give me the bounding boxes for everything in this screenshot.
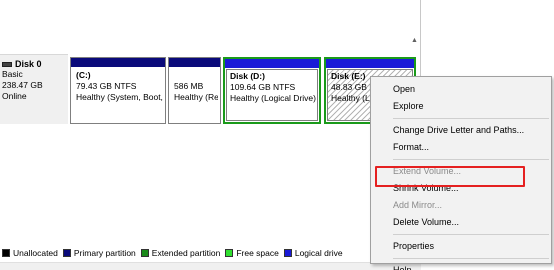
disk-status: Online bbox=[2, 91, 27, 101]
disk-type: Basic bbox=[2, 69, 23, 79]
disk-row: Disk 0 Basic 238.47 GB Online (C:) 79.43… bbox=[0, 54, 421, 124]
partition-status: Healthy (System, Boot, bbox=[76, 92, 163, 102]
scroll-up-icon[interactable]: ▲ bbox=[409, 36, 420, 46]
legend-extended: Extended partition bbox=[140, 248, 221, 258]
legend-swatch bbox=[225, 249, 234, 257]
legend-unallocated: Unallocated bbox=[2, 248, 58, 258]
menu-item-help[interactable]: Help bbox=[371, 262, 551, 270]
legend-swatch bbox=[2, 249, 10, 257]
legend-bar: Unallocated Primary partition Extended p… bbox=[0, 244, 408, 262]
menu-separator bbox=[393, 258, 549, 259]
menu-separator bbox=[393, 159, 549, 160]
menu-item-explore[interactable]: Explore bbox=[371, 98, 551, 115]
menu-item-add-mirror: Add Mirror... bbox=[393, 200, 443, 210]
legend-label: Logical drive bbox=[294, 248, 343, 258]
partition-status: Healthy (Re bbox=[174, 92, 218, 102]
partition-strip: (C:) 79.43 GB NTFS Healthy (System, Boot… bbox=[70, 57, 418, 124]
partition-bar bbox=[326, 59, 414, 68]
partition-recovery[interactable]: 586 MB Healthy (Re bbox=[168, 57, 221, 124]
disk-drive-icon bbox=[2, 61, 12, 67]
partition-c[interactable]: (C:) 79.43 GB NTFS Healthy (System, Boot… bbox=[70, 57, 166, 124]
disk-size: 238.47 GB bbox=[2, 80, 43, 90]
horizontal-scrollbar[interactable] bbox=[0, 262, 421, 270]
partition-status: Healthy (Logical Drive) bbox=[230, 93, 316, 103]
legend-label: Unallocated bbox=[13, 248, 58, 258]
legend-swatch bbox=[140, 249, 149, 257]
partition-d[interactable]: Disk (D:) 109.64 GB NTFS Healthy (Logica… bbox=[223, 57, 321, 124]
legend-primary: Primary partition bbox=[62, 248, 136, 258]
legend-swatch bbox=[62, 249, 71, 257]
legend-label: Primary partition bbox=[73, 248, 136, 258]
context-menu: Open Explore Change Drive Letter and Pat… bbox=[370, 76, 552, 270]
shrink-highlight-annotation bbox=[375, 166, 525, 187]
partition-name: Disk (D:) bbox=[230, 71, 265, 81]
menu-separator bbox=[393, 234, 549, 235]
disk-name-text: Disk 0 bbox=[15, 59, 42, 69]
disk-name: Disk 0 bbox=[2, 59, 68, 69]
menu-item-delete-volume[interactable]: Delete Volume... bbox=[371, 214, 551, 231]
menu-item-properties[interactable]: Properties bbox=[371, 238, 551, 255]
legend-free-space: Free space bbox=[225, 248, 279, 258]
partition-bar bbox=[71, 58, 165, 67]
partition-name: (C:) bbox=[76, 70, 91, 80]
partition-bar bbox=[169, 58, 220, 67]
legend-label: Free space bbox=[236, 248, 279, 258]
disk-info-cell[interactable]: Disk 0 Basic 238.47 GB Online bbox=[0, 54, 68, 124]
disk-management-view: ▲ ▼ Disk 0 Basic 238.47 GB Online (C:) 7… bbox=[0, 0, 554, 270]
partition-name bbox=[174, 70, 218, 81]
legend-label: Extended partition bbox=[151, 248, 221, 258]
menu-item-change-drive-letter[interactable]: Change Drive Letter and Paths... bbox=[371, 122, 551, 139]
partition-size: 79.43 GB NTFS bbox=[76, 81, 137, 91]
menu-item-open[interactable]: Open bbox=[371, 81, 551, 98]
partition-bar bbox=[225, 59, 319, 68]
legend-logical-drive: Logical drive bbox=[283, 248, 343, 258]
legend-swatch bbox=[283, 249, 292, 257]
partition-size: 109.64 GB NTFS bbox=[230, 82, 296, 92]
menu-item-format[interactable]: Format... bbox=[371, 139, 551, 156]
menu-separator bbox=[393, 118, 549, 119]
partition-size: 586 MB bbox=[174, 81, 204, 91]
